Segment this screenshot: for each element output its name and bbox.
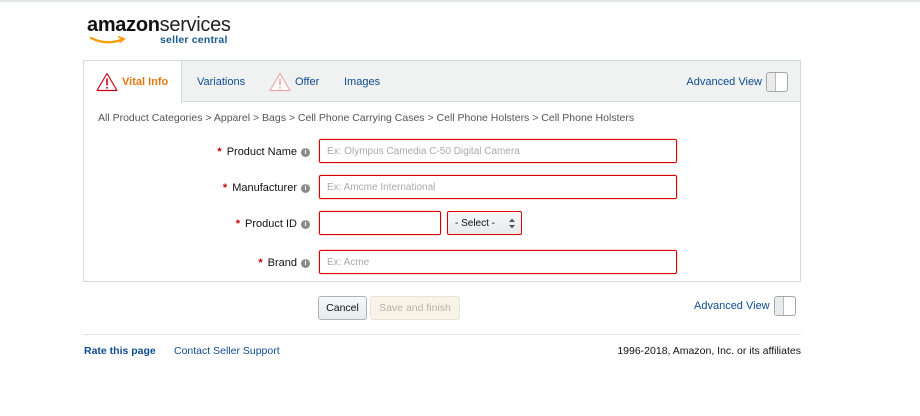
product-id-label-text: Product ID bbox=[245, 218, 297, 230]
tab-variations[interactable]: Variations bbox=[197, 61, 245, 102]
advanced-view-toggle[interactable] bbox=[766, 72, 788, 92]
product-id-label: * Product ID i bbox=[236, 211, 310, 237]
required-marker: * bbox=[222, 182, 228, 194]
footer-divider bbox=[83, 334, 801, 335]
info-icon[interactable]: i bbox=[301, 258, 310, 268]
cancel-button[interactable]: Cancel bbox=[318, 296, 367, 320]
product-form-card: Vital Info Variations Offer Images Advan… bbox=[83, 60, 801, 282]
tab-label: Vital Info bbox=[122, 76, 169, 88]
select-arrows-icon bbox=[509, 218, 515, 229]
top-divider bbox=[0, 0, 920, 2]
brand-input[interactable]: Ex: Acme bbox=[319, 250, 677, 274]
product-name-input[interactable]: Ex: Olympus Camedia C-50 Digital Camera bbox=[319, 139, 677, 163]
copyright-text: 1996-2018, Amazon, Inc. or its affiliate… bbox=[617, 345, 801, 357]
tab-offer[interactable]: Offer bbox=[269, 61, 319, 102]
product-name-label: * Product Name i bbox=[217, 139, 310, 165]
required-marker: * bbox=[217, 146, 222, 158]
info-icon[interactable]: i bbox=[301, 219, 310, 229]
tab-images[interactable]: Images bbox=[344, 61, 380, 102]
manufacturer-label-text: Manufacturer bbox=[232, 182, 297, 194]
logo-services-text: services bbox=[159, 14, 231, 36]
advanced-view-control-bottom: Advanced View bbox=[694, 296, 796, 316]
advanced-view-label[interactable]: Advanced View bbox=[694, 300, 770, 312]
tab-label: Variations bbox=[197, 75, 246, 88]
product-id-input[interactable] bbox=[319, 211, 441, 235]
tab-vital-info[interactable]: Vital Info bbox=[84, 61, 182, 103]
select-value: - Select - bbox=[455, 217, 496, 229]
amazon-services-logo[interactable]: amazonservices seller central bbox=[87, 14, 237, 50]
product-name-label-text: Product Name bbox=[226, 146, 297, 158]
product-id-type-select[interactable]: - Select - bbox=[447, 211, 522, 235]
logo-amazon-text: amazon bbox=[87, 14, 160, 36]
brand-label-text: Brand bbox=[267, 257, 297, 269]
amazon-smile-icon bbox=[89, 36, 126, 44]
brand-row: * Brand i Ex: Acme bbox=[84, 250, 800, 276]
info-icon[interactable]: i bbox=[301, 183, 310, 193]
save-and-finish-button[interactable]: Save and finish bbox=[370, 296, 460, 320]
warning-icon bbox=[269, 72, 291, 91]
logo-subtitle: seller central bbox=[160, 34, 228, 46]
contact-seller-support-link[interactable]: Contact Seller Support bbox=[174, 345, 280, 357]
manufacturer-label: * Manufacturer i bbox=[223, 175, 310, 201]
breadcrumb: All Product Categories > Apparel > Bags … bbox=[98, 112, 635, 124]
brand-label: * Brand i bbox=[258, 250, 310, 276]
advanced-view-toggle[interactable] bbox=[773, 296, 796, 316]
tab-label: Offer bbox=[295, 75, 320, 88]
tab-bar: Vital Info Variations Offer Images Advan… bbox=[84, 61, 800, 103]
logo-wordmark: amazonservices bbox=[87, 14, 231, 36]
info-icon[interactable]: i bbox=[301, 147, 310, 157]
advanced-view-label[interactable]: Advanced View bbox=[686, 76, 762, 88]
required-marker: * bbox=[258, 257, 263, 269]
tab-label: Images bbox=[344, 75, 381, 88]
product-name-row: * Product Name i Ex: Olympus Camedia C-5… bbox=[84, 139, 800, 165]
warning-icon bbox=[96, 72, 118, 92]
required-marker: * bbox=[235, 218, 241, 230]
rate-this-page-link[interactable]: Rate this page bbox=[84, 345, 156, 357]
manufacturer-input[interactable]: Ex: Amcme International bbox=[319, 175, 677, 199]
manufacturer-row: * Manufacturer i Ex: Amcme International bbox=[84, 175, 800, 201]
advanced-view-control: Advanced View bbox=[686, 72, 788, 92]
product-id-row: * Product ID i - Select - bbox=[84, 211, 800, 237]
